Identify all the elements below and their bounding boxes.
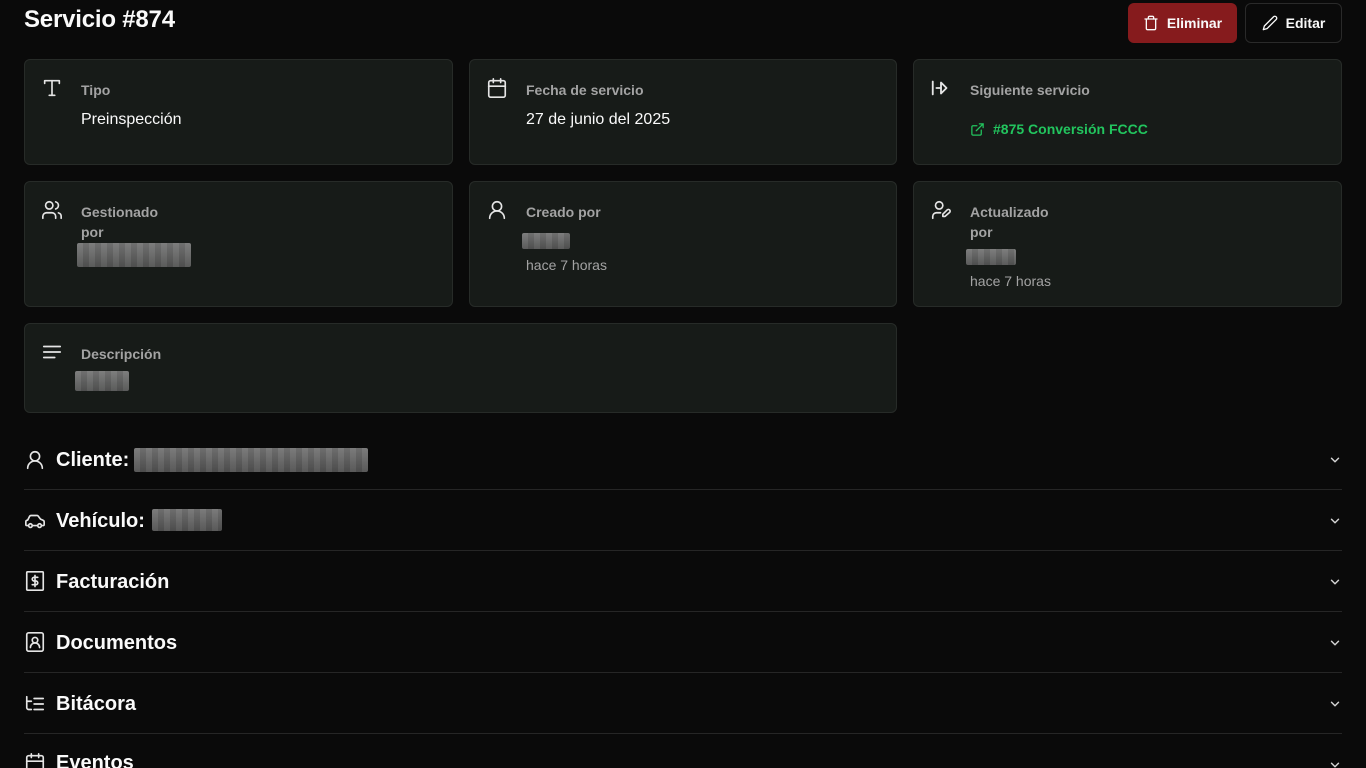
- card-descripcion: Descripción: [24, 323, 897, 413]
- page-header: Servicio #874 Eliminar Editar: [24, 0, 1342, 50]
- page-title: Servicio #874: [24, 6, 175, 33]
- edit-button[interactable]: Editar: [1245, 3, 1342, 43]
- card-tipo: Tipo Preinspección: [24, 59, 453, 165]
- user-icon: [486, 199, 508, 221]
- redacted-client-name: [134, 448, 368, 472]
- created-time: hace 7 horas: [526, 257, 607, 273]
- chevron-down-icon: [1328, 575, 1342, 589]
- section-title: Cliente:: [56, 449, 130, 471]
- calendar-icon: [486, 77, 508, 99]
- redacted-name: [966, 249, 1016, 265]
- chevron-down-icon: [1328, 758, 1342, 768]
- card-creado-por: Creado por hace 7 horas: [469, 181, 897, 307]
- type-icon: [41, 77, 63, 99]
- card-value: 27 de junio del 2025: [526, 111, 671, 128]
- card-label: Descripción: [81, 346, 162, 362]
- updated-time: hace 7 horas: [970, 273, 1051, 289]
- user-pen-icon: [930, 199, 952, 221]
- pencil-icon: [1262, 15, 1278, 31]
- card-label: Tipo: [81, 82, 111, 98]
- calendar-icon: [24, 752, 46, 768]
- next-service-link-label: #875 Conversión FCCC: [993, 121, 1148, 137]
- redacted-name: [77, 243, 191, 267]
- section-title: Eventos: [56, 752, 134, 768]
- external-link-icon: [970, 122, 985, 137]
- chevron-down-icon: [1328, 636, 1342, 650]
- section-cliente[interactable]: Cliente:: [24, 429, 1342, 490]
- receipt-icon: [24, 570, 46, 592]
- trash-icon: [1143, 15, 1159, 31]
- delete-button[interactable]: Eliminar: [1128, 3, 1237, 43]
- section-title: Facturación: [56, 571, 170, 593]
- section-facturacion[interactable]: Facturación: [24, 551, 1342, 612]
- card-label-line1: Actualizado: [970, 204, 1049, 220]
- card-fecha-servicio: Fecha de servicio 27 de junio del 2025: [469, 59, 897, 165]
- chevron-down-icon: [1328, 514, 1342, 528]
- redacted-vehicle: [152, 509, 222, 531]
- card-value: Preinspección: [81, 111, 182, 128]
- chevron-down-icon: [1328, 453, 1342, 467]
- list-tree-icon: [24, 693, 46, 715]
- contact-book-icon: [24, 631, 46, 653]
- card-actualizado-por: Actualizado por hace 7 horas: [913, 181, 1342, 307]
- card-gestionado-por: Gestionado por: [24, 181, 453, 307]
- card-label: Creado por: [526, 204, 601, 220]
- card-label-line2: por: [970, 224, 993, 240]
- user-icon: [24, 449, 46, 471]
- align-left-icon: [41, 341, 63, 363]
- card-label: Fecha de servicio: [526, 82, 644, 98]
- section-bitacora[interactable]: Bitácora: [24, 673, 1342, 734]
- car-icon: [24, 510, 46, 532]
- section-title: Bitácora: [56, 693, 137, 715]
- arrow-right-to-line-icon: [930, 77, 952, 99]
- next-service-link[interactable]: #875 Conversión FCCC: [970, 121, 1148, 137]
- section-vehiculo[interactable]: Vehículo:: [24, 490, 1342, 551]
- card-siguiente-servicio: Siguiente servicio #875 Conversión FCCC: [913, 59, 1342, 165]
- section-documentos[interactable]: Documentos: [24, 612, 1342, 673]
- chevron-down-icon: [1328, 697, 1342, 711]
- card-label-line2: por: [81, 224, 104, 240]
- redacted-description: [75, 371, 129, 391]
- section-eventos[interactable]: Eventos: [24, 734, 1342, 768]
- redacted-name: [522, 233, 570, 249]
- edit-button-label: Editar: [1285, 15, 1326, 31]
- section-title: Documentos: [56, 632, 178, 654]
- card-label: Siguiente servicio: [970, 82, 1090, 98]
- section-title: Vehículo:: [56, 510, 145, 532]
- card-label-line1: Gestionado: [81, 204, 159, 220]
- delete-button-label: Eliminar: [1166, 15, 1223, 31]
- users-icon: [41, 199, 63, 221]
